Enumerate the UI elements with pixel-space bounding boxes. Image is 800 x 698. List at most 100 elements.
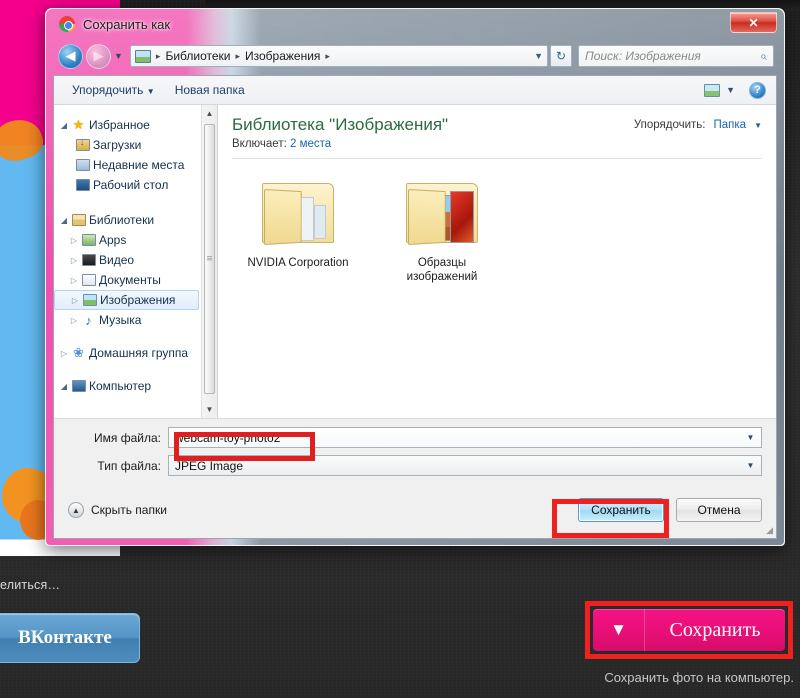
folder-item[interactable]: NVIDIA Corporation (246, 177, 350, 285)
filetype-row: Тип файла: JPEG Image ▼ (68, 454, 762, 477)
homegroup-icon: ❀ (73, 345, 84, 360)
filename-value: webcam-toy-photo2 (175, 430, 281, 445)
breadcrumb-item-libraries[interactable]: Библиотеки (165, 49, 230, 63)
sidebar-item-apps[interactable]: ▷ Apps (54, 230, 201, 250)
includes-value[interactable]: 2 места (290, 138, 331, 150)
apps-icon (80, 234, 97, 246)
expander-icon[interactable]: ▷ (68, 256, 80, 265)
chevron-down-icon[interactable]: ▼ (726, 85, 735, 95)
vkontakte-label: ВКонтакте (18, 627, 112, 648)
folder-icon (396, 177, 488, 251)
recent-places-icon (74, 159, 91, 171)
tree-gap (54, 330, 201, 343)
scrollbar-track[interactable] (202, 122, 217, 401)
dialog-titlebar[interactable]: Сохранить как ✕ (46, 9, 784, 39)
chevron-down-icon: ▼ (146, 87, 155, 96)
pictures-icon (134, 49, 151, 63)
scrollbar-thumb[interactable] (204, 124, 215, 394)
sidebar-item-recent-places[interactable]: Недавние места (54, 155, 201, 175)
filename-input[interactable]: webcam-toy-photo2 ▼ (168, 427, 762, 448)
footer-actions: Сохранить Отмена (578, 498, 762, 522)
panel-body: ◢ ★ Избранное Загрузки Недавние места (54, 105, 776, 418)
photo-shape (0, 113, 48, 167)
chevron-down-icon[interactable]: ▼ (742, 461, 759, 470)
sidebar-item-label: Компьютер (89, 379, 152, 393)
sidebar-item-music[interactable]: ▷ ♪ Музыка (54, 310, 201, 330)
expander-icon[interactable]: ▷ (68, 236, 80, 245)
filetype-select[interactable]: JPEG Image ▼ (168, 455, 762, 476)
new-folder-button[interactable]: Новая папка (165, 83, 255, 97)
desktop-icon (74, 179, 91, 191)
star-icon: ★ (72, 117, 85, 132)
expander-icon[interactable]: ▷ (68, 276, 80, 285)
breadcrumb-item-pictures[interactable]: Изображения (245, 49, 320, 63)
folder-icon (252, 177, 344, 251)
folder-grid: NVIDIA Corporation Образцы изображений (232, 177, 762, 285)
refresh-icon[interactable]: ↻ (550, 45, 572, 67)
sidebar-item-label: Библиотеки (89, 213, 155, 227)
sidebar-item-label: Загрузки (93, 138, 142, 152)
dialog-title: Сохранить как (83, 16, 171, 32)
help-icon[interactable]: ? (749, 81, 766, 99)
arrange-value[interactable]: Папка (714, 119, 747, 131)
pictures-icon (81, 294, 98, 306)
sidebar-item-computer[interactable]: ◢ Компьютер (54, 376, 201, 396)
scroll-down-icon[interactable]: ▼ (202, 401, 217, 418)
cancel-button[interactable]: Отмена (676, 498, 762, 522)
folder-name: Образцы изображений (406, 257, 478, 284)
organize-button[interactable]: Упорядочить ▼ (62, 83, 165, 97)
explorer-toolbar: Упорядочить ▼ Новая папка ▼ ? (54, 76, 776, 105)
save-button-label: Сохранить (591, 503, 651, 517)
scroll-up-icon[interactable]: ▲ (202, 105, 217, 122)
downloads-icon (74, 137, 91, 151)
view-mode-icon[interactable] (704, 83, 721, 97)
expander-icon[interactable]: ◢ (58, 216, 70, 225)
filetype-value: JPEG Image (175, 458, 244, 473)
sidebar-item-desktop[interactable]: Рабочий стол (54, 175, 201, 195)
expander-icon[interactable]: ◢ (58, 121, 70, 130)
libraries-icon (70, 214, 87, 226)
vkontakte-share-button[interactable]: ВКонтакте (0, 613, 140, 663)
sidebar-item-libraries[interactable]: ◢ Библиотеки (54, 210, 201, 230)
file-list-pane[interactable]: Библиотека "Изображения" Включает: 2 мес… (218, 105, 776, 418)
sidebar-item-pictures[interactable]: ▷ Изображения (54, 290, 199, 310)
new-folder-label: Новая папка (174, 83, 245, 97)
expander-icon[interactable]: ▷ (69, 296, 81, 305)
tree-group-favorites: ◢ ★ Избранное Загрузки Недавние места (54, 115, 201, 195)
navigation-scrollbar[interactable]: ▲ ▼ (201, 105, 218, 418)
chevron-down-icon[interactable]: ▼ (534, 51, 543, 61)
chevron-down-icon[interactable]: ▼ (742, 433, 759, 442)
sidebar-item-label: Видео (99, 253, 135, 267)
tree-group-libraries: ◢ Библиотеки ▷ Apps ▷ Видео ▷ Документы … (54, 210, 201, 330)
music-icon: ♪ (85, 312, 92, 328)
navigation-pane: ◢ ★ Избранное Загрузки Недавние места (54, 105, 201, 418)
sidebar-item-documents[interactable]: ▷ Документы (54, 270, 201, 290)
expander-icon[interactable]: ▷ (58, 349, 70, 358)
resize-grip[interactable]: ◢ (766, 525, 773, 536)
folder-item[interactable]: Образцы изображений (390, 177, 494, 285)
save-button[interactable]: Сохранить (578, 498, 664, 522)
forward-icon[interactable]: ▶ (86, 43, 111, 69)
sidebar-item-homegroup[interactable]: ▷ ❀ Домашняя группа (54, 343, 201, 363)
filename-label: Имя файла: (94, 430, 161, 445)
history-dropdown-icon[interactable]: ▼ (114, 51, 123, 61)
tree-gap (54, 363, 201, 376)
sidebar-item-downloads[interactable]: Загрузки (54, 135, 201, 155)
expander-icon[interactable]: ◢ (58, 382, 70, 391)
page-save-highlight (585, 601, 793, 659)
search-input[interactable]: Поиск: Изображения ⌕ (578, 45, 774, 67)
dialog-panel: Упорядочить ▼ Новая папка ▼ ? ◢ ★ Избран… (53, 75, 777, 539)
sidebar-item-favorites[interactable]: ◢ ★ Избранное (54, 115, 201, 135)
sidebar-item-label: Избранное (89, 118, 150, 132)
breadcrumb[interactable]: ▸ Библиотеки ▸ Изображения ▸ ▼ (129, 45, 548, 67)
expander-icon[interactable]: ▷ (68, 316, 80, 325)
sidebar-item-video[interactable]: ▷ Видео (54, 250, 201, 270)
share-label: елиться… (0, 578, 61, 592)
computer-icon (70, 380, 87, 392)
library-header: Библиотека "Изображения" Включает: 2 мес… (232, 115, 762, 150)
search-icon: ⌕ (760, 48, 767, 63)
close-icon[interactable]: ✕ (730, 12, 777, 33)
back-icon[interactable]: ◀ (58, 43, 83, 69)
hide-folders-button[interactable]: ▲ Скрыть папки (68, 502, 167, 518)
chevron-down-icon[interactable]: ▼ (754, 121, 762, 130)
